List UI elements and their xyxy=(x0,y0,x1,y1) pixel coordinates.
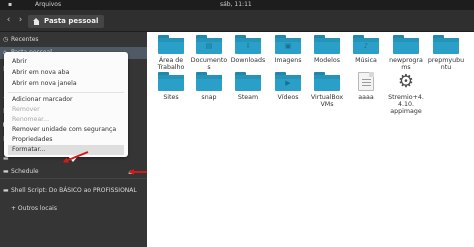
menu-item-remover-unidade[interactable]: Remover unidade com segurança xyxy=(12,125,116,135)
menu-item-abrir-nova-janela[interactable]: Abrir em nova janela xyxy=(12,79,77,89)
file-name: Downloads xyxy=(230,57,266,64)
file-name-line2: ntu xyxy=(440,64,452,71)
file-name: Música xyxy=(355,57,377,64)
sidebar-item-label: Schedule xyxy=(11,168,39,175)
folder-icon xyxy=(433,35,459,54)
file-name: snap xyxy=(201,94,217,101)
sidebar-item-outros-locais[interactable]: + Outros locais xyxy=(0,203,147,215)
folder-icon xyxy=(393,35,419,54)
file-name: Sites xyxy=(163,94,179,101)
top-bar: ▪ Arquivos sáb, 11:11 xyxy=(0,0,474,10)
folder-icon xyxy=(314,35,340,54)
file-item-newprograms[interactable]: newprogra ms xyxy=(385,35,427,71)
file-item-aaaa[interactable]: aaaa xyxy=(345,72,387,101)
file-item-prepmyubuntu[interactable]: prepmyubu ntu xyxy=(425,35,467,71)
file-item-steam[interactable]: Steam xyxy=(227,72,269,101)
menu-item-formatar[interactable]: Formatar... xyxy=(8,145,124,155)
drive-icon: ▬ xyxy=(3,168,9,175)
file-name: aaaa xyxy=(358,94,374,101)
menu-item-renomear: Renomear... xyxy=(12,116,50,123)
folder-icon xyxy=(314,72,340,91)
menu-item-adicionar-marcador[interactable]: Adicionar marcador xyxy=(12,95,73,105)
toolbar: ‹ › Pasta pessoal xyxy=(0,10,474,32)
activities-icon[interactable]: ▪ xyxy=(8,1,12,8)
menu-separator xyxy=(8,92,124,93)
file-name-line2: ms xyxy=(401,64,411,71)
gear-icon: ⚙ xyxy=(397,71,415,92)
file-name-line2: VMs xyxy=(320,101,334,108)
chevron-left-icon: ‹ xyxy=(6,15,11,25)
file-name-line2: Trabalho xyxy=(157,64,185,71)
file-item-sites[interactable]: Sites xyxy=(150,72,192,101)
file-name: Stremio+4. xyxy=(388,94,424,101)
forward-button[interactable]: › xyxy=(14,14,27,27)
file-name: prepmyubu xyxy=(427,57,465,64)
chevron-right-icon: › xyxy=(18,15,23,25)
file-item-documentos[interactable]: ▤ Documento s xyxy=(188,35,230,71)
file-item-videos[interactable]: ▶ Vídeos xyxy=(267,72,309,101)
file-item-area-de-trabalho[interactable]: Área de Trabalho xyxy=(150,35,192,71)
home-icon xyxy=(33,18,40,25)
file-item-downloads[interactable]: ⇩ Downloads xyxy=(227,35,269,64)
app-menu[interactable]: Arquivos xyxy=(35,1,61,8)
file-name: Documento xyxy=(190,57,228,64)
file-grid: Área de Trabalho ▤ Documento s ⇩ Downloa… xyxy=(147,32,474,247)
file-name-line2: s xyxy=(207,64,211,71)
file-item-modelos[interactable]: Modelos xyxy=(306,35,348,64)
file-name: Modelos xyxy=(313,57,341,64)
sidebar-item-recentes[interactable]: ◷ Recentes xyxy=(0,34,147,46)
file-item-imagens[interactable]: ▣ Imagens xyxy=(267,35,309,64)
menu-item-remover: Remover xyxy=(12,106,40,113)
file-item-stremio-appimage[interactable]: ⚙ Stremio+4. 4.10. appimage xyxy=(385,72,427,115)
folder-icon: ▣ xyxy=(275,35,301,54)
file-name: newprogra xyxy=(389,57,423,64)
sidebar-item-schedule[interactable]: ▬ Schedule xyxy=(0,166,147,178)
sidebar-item-label: Shell Script: Do BÁSICO ao PROFISSIONAL xyxy=(11,187,137,194)
file-item-virtualbox-vms[interactable]: VirtualBox VMs xyxy=(306,72,348,108)
clock-icon: ◷ xyxy=(3,36,9,43)
file-name: VirtualBox xyxy=(310,94,344,101)
drive-icon: ▬ xyxy=(3,187,9,194)
folder-icon: ▶ xyxy=(275,72,301,91)
text-file-icon xyxy=(358,72,374,91)
folder-icon xyxy=(158,72,184,91)
file-item-snap[interactable]: snap xyxy=(188,72,230,101)
folder-icon xyxy=(196,72,222,91)
folder-icon: ♪ xyxy=(353,35,379,54)
folder-icon: ▤ xyxy=(196,35,222,54)
file-name-line3: appimage xyxy=(390,108,422,115)
folder-icon xyxy=(235,72,261,91)
sidebar-item-label: + Outros locais xyxy=(11,205,57,212)
file-name: Vídeos xyxy=(277,94,299,101)
path-home-button[interactable]: Pasta pessoal xyxy=(28,15,105,28)
clock[interactable]: sáb, 11:11 xyxy=(220,1,252,8)
sidebar-divider xyxy=(0,178,147,179)
sidebar-item-shell-script[interactable]: ▬ Shell Script: Do BÁSICO ao PROFISSIONA… xyxy=(0,185,147,197)
menu-item-abrir-nova-aba[interactable]: Abrir em nova aba xyxy=(12,68,69,78)
file-item-musica[interactable]: ♪ Música xyxy=(345,35,387,64)
file-name-line2: 4.10. xyxy=(397,101,415,108)
file-name: Steam xyxy=(237,94,259,101)
file-name: Imagens xyxy=(274,57,302,64)
folder-icon: ⇩ xyxy=(235,35,261,54)
path-label: Pasta pessoal xyxy=(44,17,99,25)
menu-item-abrir[interactable]: Abrir xyxy=(12,57,27,67)
sidebar-item-label: Recentes xyxy=(11,36,39,43)
folder-icon xyxy=(158,35,184,54)
file-name: Área de xyxy=(158,57,184,64)
context-menu: Abrir Abrir em nova aba Abrir em nova ja… xyxy=(4,52,128,157)
menu-item-propriedades[interactable]: Propriedades xyxy=(12,135,53,145)
